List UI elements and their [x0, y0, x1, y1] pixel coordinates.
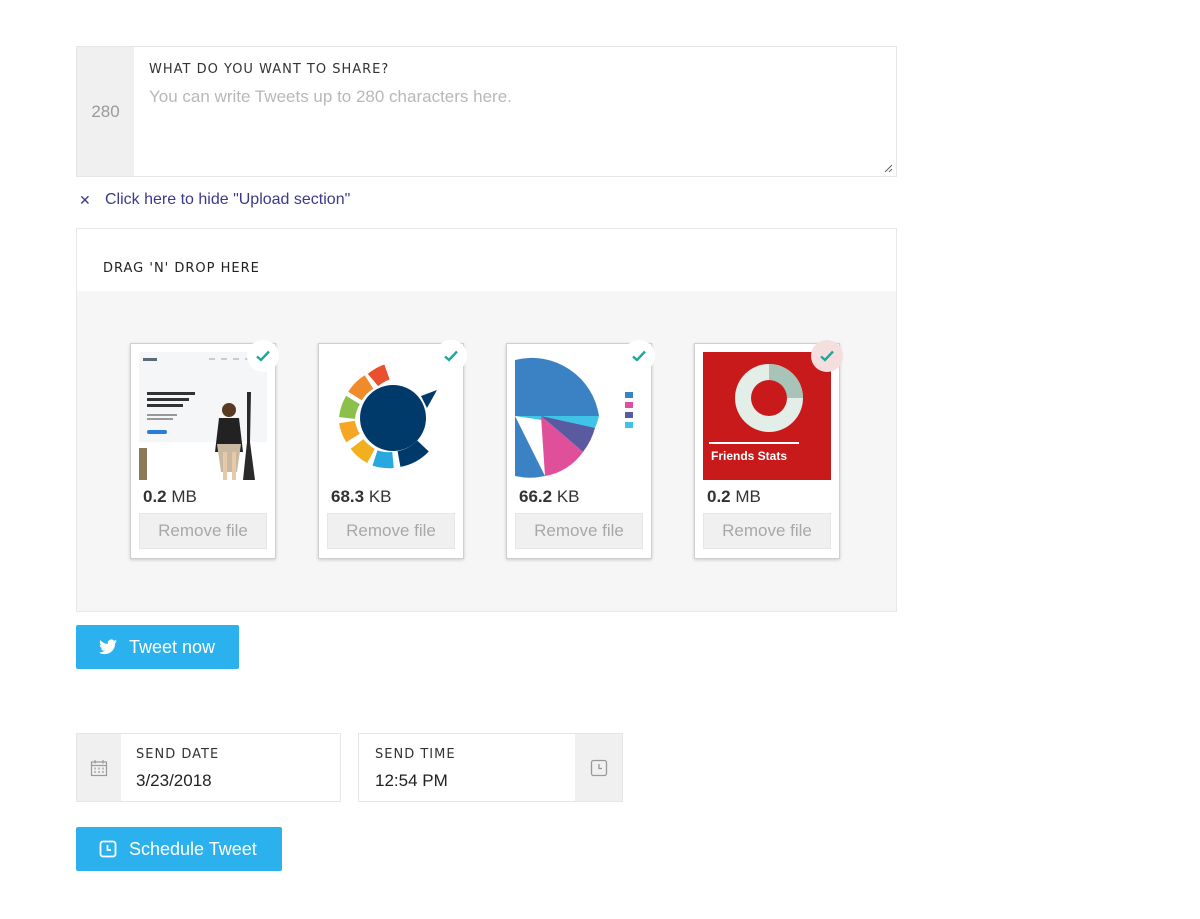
file-size: 0.2 MB — [143, 487, 197, 507]
send-date-value: 3/23/2018 — [136, 771, 212, 791]
resize-handle-icon[interactable] — [883, 163, 893, 173]
send-time-label: SEND TIME — [375, 747, 456, 762]
remove-file-button[interactable]: Remove file — [703, 513, 831, 549]
send-date-field[interactable]: SEND DATE 3/23/2018 — [76, 733, 341, 802]
close-icon: ✕ — [79, 192, 105, 209]
calendar-icon[interactable] — [77, 734, 121, 801]
tweet-text-input[interactable] — [149, 87, 884, 167]
website-screenshot-thumbnail — [139, 352, 267, 480]
file-preview-card: 68.3 KB Remove file — [318, 343, 464, 559]
file-preview-card: Friends Stats 0.2 MB Remove file — [694, 343, 840, 559]
hide-upload-link[interactable]: ✕ Click here to hide "Upload section" — [79, 191, 350, 209]
donut-chart-thumbnail — [327, 352, 455, 480]
friends-stats-thumbnail: Friends Stats — [703, 352, 831, 480]
dropzone-label: DRAG 'N' DROP HERE — [103, 261, 260, 276]
tweet-composer: 280 WHAT DO YOU WANT TO SHARE? — [76, 46, 897, 177]
clock-icon[interactable] — [575, 734, 622, 801]
upload-header: DRAG 'N' DROP HERE — [77, 229, 896, 291]
file-preview-card: 66.2 KB Remove file — [506, 343, 652, 559]
upload-dropzone[interactable]: DRAG 'N' DROP HERE — [76, 228, 897, 612]
upload-success-check-icon — [247, 340, 279, 372]
upload-success-check-icon — [623, 340, 655, 372]
composer-label: WHAT DO YOU WANT TO SHARE? — [149, 62, 389, 77]
tweet-now-label: Tweet now — [129, 637, 215, 658]
hide-upload-label: Click here to hide "Upload section" — [105, 191, 350, 209]
pie-chart-thumbnail — [515, 352, 643, 480]
send-date-label: SEND DATE — [136, 747, 219, 762]
send-time-field[interactable]: SEND TIME 12:54 PM — [358, 733, 623, 802]
clock-icon — [98, 839, 118, 859]
character-counter: 280 — [77, 47, 134, 176]
file-size: 0.2 MB — [707, 487, 761, 507]
tweet-now-button[interactable]: Tweet now — [76, 625, 239, 669]
twitter-bird-icon — [98, 637, 118, 657]
upload-success-check-icon — [811, 340, 843, 372]
send-time-value: 12:54 PM — [375, 771, 448, 791]
file-size: 66.2 KB — [519, 487, 580, 507]
remove-file-button[interactable]: Remove file — [139, 513, 267, 549]
schedule-tweet-label: Schedule Tweet — [129, 839, 257, 860]
schedule-tweet-button[interactable]: Schedule Tweet — [76, 827, 282, 871]
remove-file-button[interactable]: Remove file — [327, 513, 455, 549]
friends-stats-image-text: Friends Stats — [711, 449, 787, 463]
remove-file-button[interactable]: Remove file — [515, 513, 643, 549]
upload-success-check-icon — [435, 340, 467, 372]
file-size: 68.3 KB — [331, 487, 392, 507]
file-preview-card: 0.2 MB Remove file — [130, 343, 276, 559]
